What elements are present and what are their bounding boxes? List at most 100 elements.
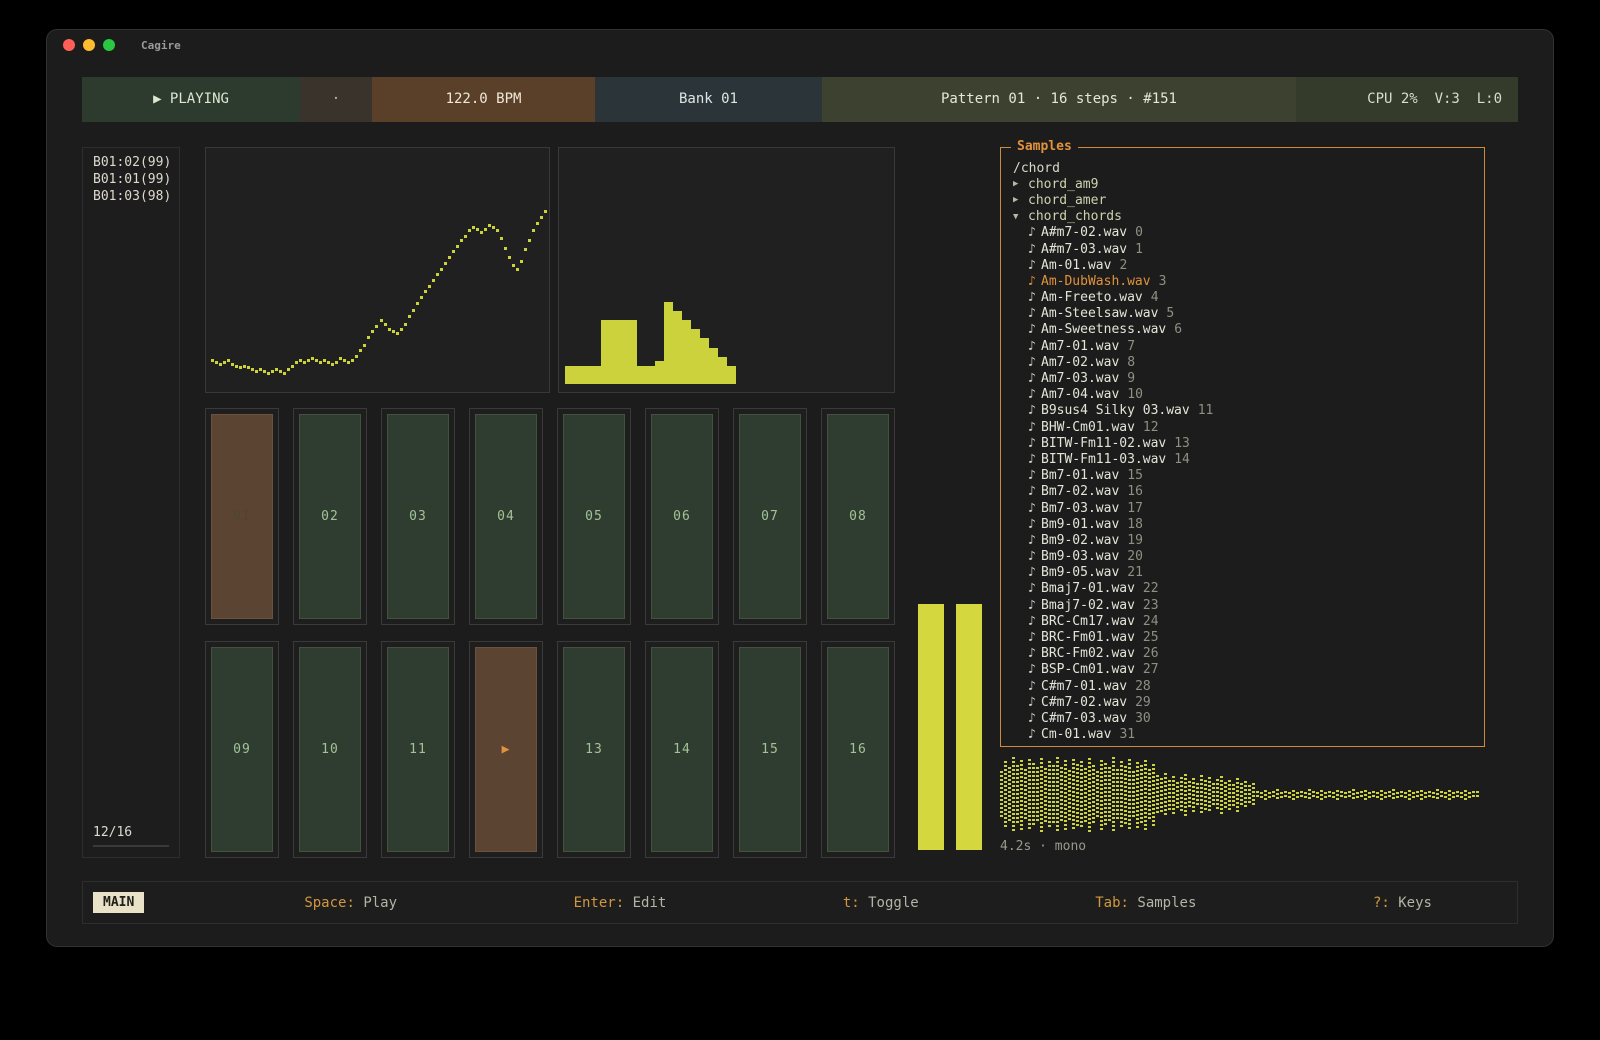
sample-file[interactable]: ♪Cm-01.wav31 bbox=[1013, 727, 1472, 740]
zoom-button[interactable] bbox=[103, 39, 115, 51]
pad-05[interactable]: 05 bbox=[557, 408, 631, 625]
waveform-column bbox=[1184, 774, 1187, 816]
sample-file[interactable]: ♪BHW-Cm01.wav12 bbox=[1013, 419, 1472, 435]
note-icon: ♪ bbox=[1028, 581, 1041, 596]
pad-02[interactable]: 02 bbox=[293, 408, 367, 625]
waveform-column bbox=[1464, 790, 1467, 800]
minimize-button[interactable] bbox=[83, 39, 95, 51]
chevron-right-icon: ▶ bbox=[1013, 179, 1028, 189]
waveform-column bbox=[1216, 779, 1219, 811]
sample-file[interactable]: ♪BRC-Fm02.wav26 bbox=[1013, 646, 1472, 662]
sample-file[interactable]: ♪Am-Freeto.wav4 bbox=[1013, 290, 1472, 306]
note-icon: ♪ bbox=[1028, 727, 1041, 740]
histogram-bar bbox=[664, 302, 673, 384]
histogram-bar bbox=[574, 366, 583, 384]
histogram-bar bbox=[628, 320, 637, 384]
sample-file[interactable]: ♪Am7-02.wav8 bbox=[1013, 354, 1472, 370]
pad-13-surface: 13 bbox=[563, 647, 625, 852]
scatter-dot bbox=[424, 290, 427, 293]
sample-file-name: Cm-01.wav bbox=[1041, 727, 1111, 740]
sample-file[interactable]: ♪BITW-Fm11-03.wav14 bbox=[1013, 451, 1472, 467]
scatter-dot bbox=[347, 361, 350, 364]
key-hint: t: Toggle bbox=[843, 895, 919, 911]
sample-file[interactable]: ♪Am-Steelsaw.wav5 bbox=[1013, 306, 1472, 322]
pad-16[interactable]: 16 bbox=[821, 641, 895, 858]
sample-file[interactable]: ♪Bm7-02.wav16 bbox=[1013, 484, 1472, 500]
status-bar: ▶ PLAYING · 122.0 BPM Bank 01 Pattern 01… bbox=[82, 77, 1518, 122]
sample-file[interactable]: ♪BITW-Fm11-02.wav13 bbox=[1013, 435, 1472, 451]
transport-status[interactable]: ▶ PLAYING bbox=[82, 77, 300, 122]
sample-file[interactable]: ♪A#m7-03.wav1 bbox=[1013, 241, 1472, 257]
pad-09-surface: 09 bbox=[211, 647, 273, 852]
scatter-dot bbox=[259, 368, 262, 371]
sample-file[interactable]: ♪BRC-Cm17.wav24 bbox=[1013, 613, 1472, 629]
sample-file[interactable]: ♪C#m7-03.wav30 bbox=[1013, 710, 1472, 726]
note-icon: ♪ bbox=[1028, 711, 1041, 726]
sample-file[interactable]: ♪BSP-Cm01.wav27 bbox=[1013, 662, 1472, 678]
waveform-column bbox=[1176, 782, 1179, 808]
note-icon: ♪ bbox=[1028, 387, 1041, 402]
scatter-dot bbox=[400, 328, 403, 331]
sample-file[interactable]: ♪Am-Sweetness.wav6 bbox=[1013, 322, 1472, 338]
pad-04[interactable]: 04 bbox=[469, 408, 543, 625]
sample-file[interactable]: ♪Bmaj7-01.wav22 bbox=[1013, 581, 1472, 597]
waveform-column bbox=[1344, 792, 1347, 798]
waveform-column bbox=[1300, 791, 1303, 799]
sample-file[interactable]: ♪Bm7-01.wav15 bbox=[1013, 468, 1472, 484]
sample-file[interactable]: ♪C#m7-01.wav28 bbox=[1013, 678, 1472, 694]
sample-file[interactable]: ♪Bm9-03.wav20 bbox=[1013, 549, 1472, 565]
note-icon: ♪ bbox=[1028, 436, 1041, 451]
pad-15[interactable]: 15 bbox=[733, 641, 807, 858]
scatter-dot bbox=[367, 336, 370, 339]
folder-chord_chords[interactable]: ▼chord_chords bbox=[1013, 209, 1472, 225]
sample-file[interactable]: ♪Bmaj7-02.wav23 bbox=[1013, 597, 1472, 613]
chevron-down-icon: ▼ bbox=[1013, 212, 1028, 222]
sample-file[interactable]: ♪A#m7-02.wav0 bbox=[1013, 225, 1472, 241]
sample-file[interactable]: ♪Am-01.wav2 bbox=[1013, 257, 1472, 273]
scatter-dot bbox=[291, 365, 294, 368]
scatter-dot bbox=[544, 210, 547, 213]
sample-file[interactable]: ♪Am7-01.wav7 bbox=[1013, 338, 1472, 354]
sample-file[interactable]: ♪Bm9-05.wav21 bbox=[1013, 565, 1472, 581]
pad-11[interactable]: 11 bbox=[381, 641, 455, 858]
sample-file-selected[interactable]: ♪Am-DubWash.wav3 bbox=[1013, 273, 1472, 289]
folder-name: chord_chords bbox=[1028, 209, 1122, 224]
sample-file[interactable]: ♪B9sus4 Silky 03.wav11 bbox=[1013, 403, 1472, 419]
scatter-dot bbox=[520, 260, 523, 263]
sample-file[interactable]: ♪C#m7-02.wav29 bbox=[1013, 694, 1472, 710]
pad-08[interactable]: 08 bbox=[821, 408, 895, 625]
scatter-dot bbox=[404, 323, 407, 326]
waveform-column bbox=[1372, 791, 1375, 799]
histogram-bar bbox=[655, 361, 664, 384]
sample-file[interactable]: ♪BRC-Fm01.wav25 bbox=[1013, 629, 1472, 645]
sample-file-name: BRC-Fm01.wav bbox=[1041, 630, 1135, 645]
pad-01[interactable]: 01 bbox=[205, 408, 279, 625]
pad-13[interactable]: 13 bbox=[557, 641, 631, 858]
sample-file[interactable]: ♪Bm9-02.wav19 bbox=[1013, 532, 1472, 548]
sample-file-index: 10 bbox=[1127, 387, 1143, 402]
sample-file[interactable]: ♪Am7-04.wav10 bbox=[1013, 387, 1472, 403]
pad-14[interactable]: 14 bbox=[645, 641, 719, 858]
close-button[interactable] bbox=[63, 39, 75, 51]
folder-chord_am9[interactable]: ▶chord_am9 bbox=[1013, 176, 1472, 192]
pad-03[interactable]: 03 bbox=[381, 408, 455, 625]
bank-display: Bank 01 bbox=[595, 77, 822, 122]
note-icon: ♪ bbox=[1028, 371, 1041, 386]
pad-12[interactable]: ▶ bbox=[469, 641, 543, 858]
scatter-dot bbox=[375, 325, 378, 328]
sample-file[interactable]: ♪Am7-03.wav9 bbox=[1013, 370, 1472, 386]
folder-chord_amer[interactable]: ▶chord_amer bbox=[1013, 192, 1472, 208]
histogram-bar bbox=[682, 320, 691, 384]
note-icon: ♪ bbox=[1028, 355, 1041, 370]
sample-file[interactable]: ♪Bm7-03.wav17 bbox=[1013, 500, 1472, 516]
pad-06[interactable]: 06 bbox=[645, 408, 719, 625]
key-hints: Space: PlayEnter: Editt: ToggleTab: Samp… bbox=[304, 895, 1432, 911]
pad-10[interactable]: 10 bbox=[293, 641, 367, 858]
sample-file[interactable]: ♪Bm9-01.wav18 bbox=[1013, 516, 1472, 532]
scatter-dot bbox=[279, 370, 282, 373]
waveform-column bbox=[1280, 792, 1283, 798]
waveform-column bbox=[1048, 761, 1051, 829]
sample-file-index: 3 bbox=[1159, 274, 1167, 289]
pad-09[interactable]: 09 bbox=[205, 641, 279, 858]
pad-07[interactable]: 07 bbox=[733, 408, 807, 625]
